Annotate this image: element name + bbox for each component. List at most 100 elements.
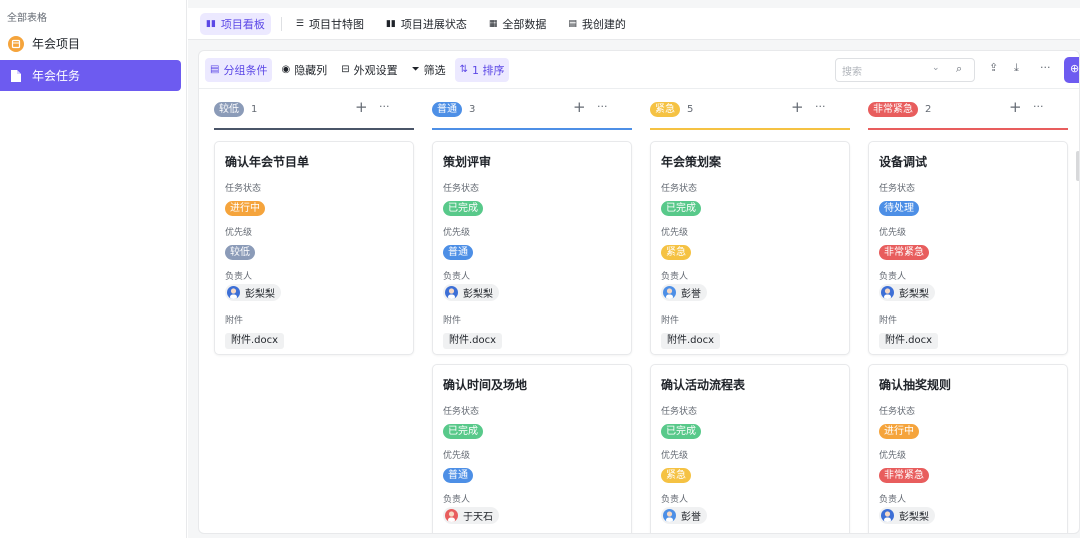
tab-label: 我创建的 — [581, 17, 626, 31]
eye-icon: ◉ — [281, 64, 291, 75]
priority-badge: 较低 — [225, 245, 255, 260]
task-card[interactable]: 年会策划案 任务状态 已完成 优先级 紧急 负责人 彭誉 附件 附件.docx — [650, 141, 850, 355]
column-divider — [868, 128, 1068, 130]
priority-label: 优先级 — [661, 451, 689, 461]
task-card[interactable]: 确认活动流程表 任务状态 已完成 优先级 紧急 负责人 彭誉 — [650, 364, 850, 533]
priority-value: 紧急 — [661, 463, 691, 483]
tab-my-created[interactable]: ▤ 我创建的 — [562, 13, 632, 35]
attachment-file[interactable]: 附件.docx — [443, 333, 503, 349]
tab-project-board[interactable]: ▮▮ 项目看板 — [200, 12, 271, 35]
group-label: 分组条件 — [223, 63, 268, 77]
status-label: 任务状态 — [443, 184, 480, 194]
priority-label: 优先级 — [443, 228, 471, 238]
owner-chip[interactable]: 彭梨梨 — [443, 284, 499, 301]
tab-progress-status[interactable]: ▮▮ 项目进展状态 — [380, 13, 473, 35]
filter-button[interactable]: ⏷ 筛选 — [407, 58, 451, 82]
add-record-button[interactable]: ⊕ — [1064, 57, 1079, 83]
status-label: 任务状态 — [443, 407, 480, 417]
group-button[interactable]: ▤ 分组条件 — [205, 57, 273, 82]
search-input[interactable]: 搜索 ⌄ ⌕ — [835, 58, 975, 82]
tab-all-data[interactable]: ▦ 全部数据 — [483, 13, 553, 35]
priority-label: 优先级 — [443, 451, 471, 461]
more-icon[interactable]: ··· — [1033, 100, 1044, 113]
table-icon: ▤ — [568, 18, 577, 29]
priority-badge: 紧急 — [661, 245, 691, 260]
attachment-file[interactable]: 附件.docx — [879, 333, 939, 349]
attachment-label: 附件 — [225, 316, 244, 326]
search-placeholder: 搜索 — [842, 66, 862, 78]
status-value: 已完成 — [661, 196, 701, 216]
owner-name: 彭誉 — [681, 512, 701, 523]
attachment-file[interactable]: 附件.docx — [225, 333, 285, 349]
view-tabs: ▮▮ 项目看板 ☰ 项目甘特图 ▮▮ 项目进展状态 ▦ 全部数据 ▤ 我创建的 — [188, 8, 1080, 40]
more-icon[interactable]: ··· — [1040, 61, 1051, 74]
column-count: 3 — [469, 103, 476, 115]
owner-label: 负责人 — [443, 495, 471, 505]
status-value: 已完成 — [443, 419, 483, 439]
column-divider — [432, 128, 632, 130]
task-card[interactable]: 确认时间及场地任务状态已完成优先级普通负责人于天石 — [432, 364, 632, 533]
column-count: 5 — [687, 103, 694, 115]
owner-chip[interactable]: 彭梨梨 — [879, 507, 935, 524]
chevron-down-icon[interactable]: ⌄ — [932, 63, 940, 73]
priority-value: 普通 — [443, 463, 473, 483]
sort-icon: ⇅ — [459, 64, 468, 75]
status-label: 任务状态 — [879, 407, 916, 417]
sidebar-item-annual-task[interactable]: 年会任务 — [0, 60, 181, 91]
task-card[interactable]: 确认抽奖规则 任务状态 进行中 优先级 非常紧急 负责人 彭梨梨 — [868, 364, 1068, 533]
task-card[interactable]: 确认年会节目单 任务状态 进行中 优先级 较低 负责人 彭梨梨 附件 附件.docx — [214, 141, 414, 355]
appearance-button[interactable]: ⊟ 外观设置 — [336, 58, 402, 82]
more-icon[interactable]: ··· — [815, 100, 826, 113]
appearance-label: 外观设置 — [353, 63, 398, 77]
toolbar: ▤ 分组条件 ◉ 隐藏列 ⊟ 外观设置 ⏷ 筛选 ⇅ 1 排序 搜索 ⌄ ⌕ ⇪ ⤓ ··… — [199, 51, 1079, 89]
status-value: 进行中 — [879, 419, 919, 439]
task-card[interactable]: 策划评审 任务状态 已完成 优先级 普通 负责人 彭梨梨 附件 附件.docx — [432, 141, 632, 355]
document-icon — [8, 68, 24, 84]
card-title: 确认时间及场地 — [443, 378, 528, 392]
owner-chip[interactable]: 彭梨梨 — [879, 284, 935, 301]
task-card[interactable]: 设备调试 任务状态 待处理 优先级 非常紧急 负责人 彭梨梨 附件 附件.docx — [868, 141, 1068, 355]
main-area: ▮▮ 项目看板 ☰ 项目甘特图 ▮▮ 项目进展状态 ▦ 全部数据 ▤ 我创建的 ▤ 分组条件… — [188, 0, 1080, 538]
add-card-icon[interactable]: + — [573, 100, 586, 115]
status-value: 已完成 — [661, 419, 701, 439]
sort-button[interactable]: ⇅ 1 排序 — [454, 57, 510, 82]
add-card-icon[interactable]: + — [1009, 100, 1022, 115]
card-title: 年会策划案 — [661, 155, 722, 169]
owner-chip[interactable]: 于天石 — [443, 507, 499, 524]
owner-chip[interactable]: 彭誉 — [661, 284, 707, 301]
more-icon[interactable]: ··· — [379, 100, 390, 113]
sidebar-item-label: 年会任务 — [32, 69, 81, 83]
add-card-icon[interactable]: + — [355, 100, 368, 115]
download-icon[interactable]: ⤓ — [1014, 61, 1019, 75]
status-badge: 已完成 — [443, 201, 483, 216]
add-card-icon[interactable]: + — [791, 100, 804, 115]
kanban-column: 紧急 5 + ··· 年会策划案 任务状态 已完成 优先级 紧急 负责人 彭誉 附件 附件.docx 确认… — [635, 89, 853, 533]
hide-columns-button[interactable]: ◉ 隐藏列 — [276, 58, 332, 82]
owner-chip[interactable]: 彭誉 — [661, 507, 707, 524]
sidebar-item-label: 年会项目 — [32, 37, 81, 51]
attachment-file[interactable]: 附件.docx — [661, 333, 721, 349]
attachment-value: 附件.docx — [879, 328, 939, 349]
attachment-label: 附件 — [879, 316, 898, 326]
owner-value: 于天石 — [443, 507, 499, 524]
status-badge: 已完成 — [661, 424, 701, 439]
hide-label: 隐藏列 — [294, 63, 328, 77]
status-value: 待处理 — [879, 196, 919, 216]
tab-label: 项目进展状态 — [400, 17, 467, 31]
scrollbar[interactable] — [1076, 151, 1079, 181]
owner-chip[interactable]: 彭梨梨 — [225, 284, 281, 301]
card-title: 设备调试 — [879, 155, 928, 169]
owner-value: 彭誉 — [661, 507, 707, 524]
avatar — [445, 286, 458, 299]
card-title: 确认活动流程表 — [661, 378, 746, 392]
tab-gantt[interactable]: ☰ 项目甘特图 — [290, 13, 370, 35]
sidebar-item-annual-project[interactable]: 年会项目 — [0, 28, 181, 59]
more-icon[interactable]: ··· — [597, 100, 608, 113]
status-badge: 已完成 — [661, 201, 701, 216]
upload-icon[interactable]: ⇪ — [989, 61, 998, 74]
appearance-icon: ⊟ — [341, 64, 350, 75]
search-icon[interactable]: ⌕ — [956, 62, 962, 76]
column-divider — [650, 128, 850, 130]
status-badge: 进行中 — [879, 424, 919, 439]
grid-icon: ▦ — [488, 18, 498, 29]
